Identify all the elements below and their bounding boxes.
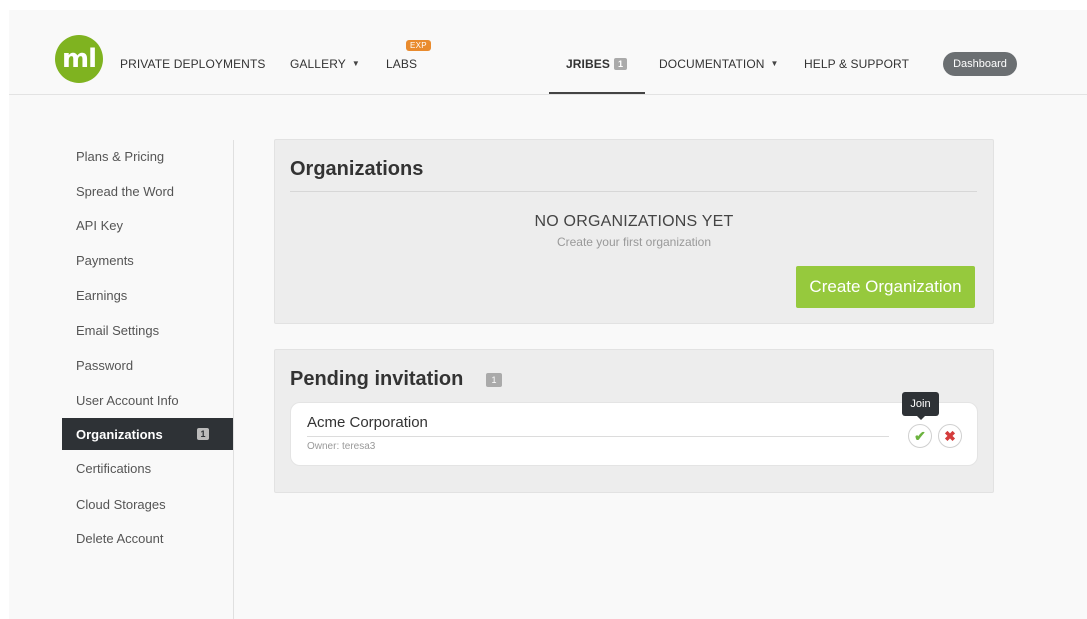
notification-count-badge: 1 [613, 58, 628, 70]
join-tooltip: Join [902, 392, 939, 416]
app-frame: ml PRIVATE DEPLOYMENTS GALLERY ▼ EXP LABS… [9, 10, 1087, 619]
sidebar-count-badge: 1 [197, 428, 209, 440]
sidebar-item-user-account-info[interactable]: User Account Info [62, 384, 233, 416]
sidebar-item-organizations[interactable]: Organizations 1 [62, 418, 233, 450]
active-tab-indicator [549, 92, 645, 94]
tooltip-arrow [916, 415, 926, 420]
nav-labs[interactable]: LABS [386, 57, 417, 71]
sidebar-item-cloud-storages[interactable]: Cloud Storages [62, 488, 233, 520]
join-button[interactable]: ✔ [908, 424, 932, 448]
nav-user-account[interactable]: JRIBES 1 [566, 57, 628, 71]
empty-state-subtitle: Create your first organization [556, 235, 712, 249]
organizations-title: Organizations [290, 158, 424, 180]
sidebar-item-email-settings[interactable]: Email Settings [62, 314, 233, 346]
sidebar-item-label: Cloud Storages [76, 496, 166, 512]
sidebar-item-label: Spread the Word [76, 183, 175, 199]
sidebar-item-api-key[interactable]: API Key [62, 209, 233, 241]
sidebar-item-payments[interactable]: Payments [62, 244, 233, 276]
nav-documentation[interactable]: DOCUMENTATION ▼ [659, 57, 779, 71]
divider [307, 436, 889, 437]
sidebar-item-label: Plans & Pricing [76, 148, 165, 164]
bigml-logo[interactable]: ml [55, 35, 103, 83]
sidebar-item-label: Certifications [76, 460, 152, 476]
nav-label: LABS [386, 57, 418, 71]
sidebar-item-plans-pricing[interactable]: Plans & Pricing [62, 140, 233, 172]
sidebar-item-label: Password [76, 357, 134, 373]
organizations-panel: Organizations NO ORGANIZATIONS YET Creat… [274, 139, 994, 324]
nav-label: GALLERY [290, 57, 346, 71]
top-navigation: ml PRIVATE DEPLOYMENTS GALLERY ▼ EXP LABS… [9, 10, 1087, 95]
create-organization-button[interactable]: Create Organization [796, 266, 975, 308]
sidebar-item-label: Earnings [76, 287, 128, 303]
sidebar-item-delete-account[interactable]: Delete Account [62, 522, 233, 554]
pending-invitation-panel: Pending invitation 1 Acme Corporation Ow… [274, 349, 994, 493]
sidebar-item-label: Payments [76, 252, 134, 268]
sidebar-item-certifications[interactable]: Certifications [62, 452, 233, 484]
divider [290, 191, 977, 192]
nav-label: JRIBES [566, 57, 610, 71]
nav-label: PRIVATE DEPLOYMENTS [120, 57, 266, 71]
caret-down-icon: ▼ [770, 59, 779, 68]
nav-label: DOCUMENTATION [659, 57, 765, 71]
settings-sidebar: Plans & Pricing Spread the Word API Key … [62, 140, 234, 619]
dashboard-button[interactable]: Dashboard [943, 52, 1017, 76]
nav-label: HELP & SUPPORT [804, 57, 909, 71]
sidebar-item-label: Delete Account [76, 530, 164, 546]
sidebar-item-spread-the-word[interactable]: Spread the Word [62, 175, 233, 207]
nav-help-support[interactable]: HELP & SUPPORT [804, 57, 909, 71]
x-icon: ✖ [944, 427, 956, 444]
sidebar-item-label: API Key [76, 217, 123, 233]
invitation-owner: Owner: teresa3 [307, 441, 376, 452]
check-icon: ✔ [914, 427, 926, 444]
sidebar-item-label: Organizations [76, 426, 163, 442]
decline-button[interactable]: ✖ [938, 424, 962, 448]
caret-down-icon: ▼ [351, 59, 360, 68]
pending-count-badge: 1 [486, 373, 502, 387]
sidebar-item-earnings[interactable]: Earnings [62, 279, 233, 311]
invitation-card: Acme Corporation Owner: teresa3 ✔ ✖ [290, 402, 978, 466]
nav-gallery[interactable]: GALLERY ▼ [290, 57, 360, 71]
nav-private-deployments[interactable]: PRIVATE DEPLOYMENTS [120, 57, 265, 71]
sidebar-item-password[interactable]: Password [62, 349, 233, 381]
invitation-org-name: Acme Corporation [307, 414, 428, 431]
sidebar-item-label: Email Settings [76, 322, 160, 338]
empty-state-title: NO ORGANIZATIONS YET [534, 213, 734, 230]
exp-badge: EXP [406, 40, 431, 51]
pending-invitation-title: Pending invitation [290, 368, 464, 390]
sidebar-item-label: User Account Info [76, 392, 179, 408]
